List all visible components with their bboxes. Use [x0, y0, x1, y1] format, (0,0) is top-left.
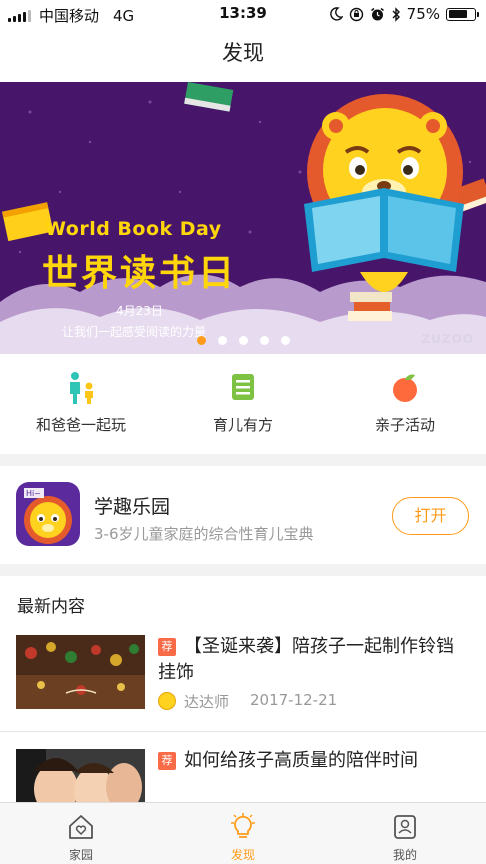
- banner-date: 4月23日: [116, 304, 163, 318]
- author-name: 达达师: [184, 693, 230, 711]
- article-date: 2017-12-21: [250, 691, 338, 709]
- alarm-icon: [370, 7, 384, 20]
- app-logo: Hi~: [16, 482, 80, 546]
- tab-label: 我的: [392, 848, 417, 862]
- christmas-thumbnail: [16, 635, 145, 709]
- tab-discover[interactable]: 发现: [162, 803, 324, 864]
- quick-nav-parenting[interactable]: 育儿有方: [162, 354, 324, 454]
- article-item[interactable]: 荐 【圣诞来袭】陪孩子一起制作铃铛挂饰 达达师 2017-12-21: [0, 632, 486, 732]
- carousel-dot[interactable]: [196, 336, 206, 345]
- apple-icon: [324, 370, 486, 406]
- app-card[interactable]: Hi~ 学趣乐园 3-6岁儿童家庭的综合性育儿宝典 打开: [0, 466, 486, 564]
- open-app-button[interactable]: 打开: [392, 497, 469, 535]
- tab-bar: 家园 发现 我的: [0, 802, 486, 864]
- author-avatar: [158, 692, 176, 710]
- moon-icon: [329, 7, 343, 21]
- quick-nav-activities[interactable]: 亲子活动: [324, 354, 486, 454]
- logo-hi-text: Hi~: [26, 489, 41, 498]
- carousel-dot[interactable]: [217, 336, 227, 345]
- recommend-tag: 荐: [158, 752, 176, 770]
- home-icon: [0, 810, 162, 844]
- document-icon: [162, 370, 324, 406]
- quick-nav-label: 和爸爸一起玩: [35, 416, 126, 434]
- battery-percent: 75%: [406, 5, 440, 23]
- carousel-dot[interactable]: [280, 336, 290, 345]
- battery-fill: [448, 10, 468, 18]
- tab-mine[interactable]: 我的: [324, 803, 486, 864]
- tab-label: 发现: [230, 848, 255, 862]
- tab-label: 家园: [68, 848, 93, 862]
- status-right: 75%: [329, 5, 479, 23]
- tab-home[interactable]: 家园: [0, 803, 162, 864]
- battery-icon: [446, 7, 479, 21]
- parent-child-icon: [0, 370, 162, 406]
- app-name: 学趣乐园: [94, 496, 171, 518]
- page-title: 发现: [0, 28, 486, 82]
- banner-title-en: World Book Day: [45, 218, 222, 240]
- app-description: 3-6岁儿童家庭的综合性育儿宝典: [94, 525, 314, 543]
- latest-content: 最新内容 荐 【圣诞来袭】陪孩子一起制作铃铛挂饰 达达师 2017-12-21: [0, 576, 486, 802]
- carousel-dot[interactable]: [259, 336, 269, 345]
- article-title: 如何给孩子高质量的陪伴时间: [184, 750, 418, 771]
- bluetooth-icon: [392, 6, 400, 22]
- status-bar: 中国移动 4G 13:39 75%: [0, 0, 486, 28]
- quick-nav-play-with-dad[interactable]: 和爸爸一起玩: [0, 354, 162, 454]
- rotation-lock-icon: [349, 7, 363, 21]
- section-title: 最新内容: [17, 597, 85, 617]
- quick-nav: 和爸爸一起玩 育儿有方 亲子活动: [0, 354, 486, 454]
- banner-carousel[interactable]: World Book Day 世界读书日 4月23日 让我们一起感受阅读的力量: [0, 82, 486, 354]
- lightbulb-icon: [162, 810, 324, 844]
- quick-nav-label: 育儿有方: [212, 416, 273, 434]
- quick-nav-label: 亲子活动: [374, 416, 435, 434]
- profile-icon: [324, 810, 486, 844]
- banner-title-cn: 世界读书日: [42, 253, 238, 294]
- family-thumbnail: [16, 749, 145, 802]
- article-item[interactable]: 荐 如何给孩子高质量的陪伴时间: [0, 746, 486, 802]
- carousel-dots[interactable]: [0, 336, 486, 345]
- article-title: 【圣诞来袭】陪孩子一起制作铃铛挂饰: [158, 636, 454, 683]
- carousel-dot[interactable]: [238, 336, 248, 345]
